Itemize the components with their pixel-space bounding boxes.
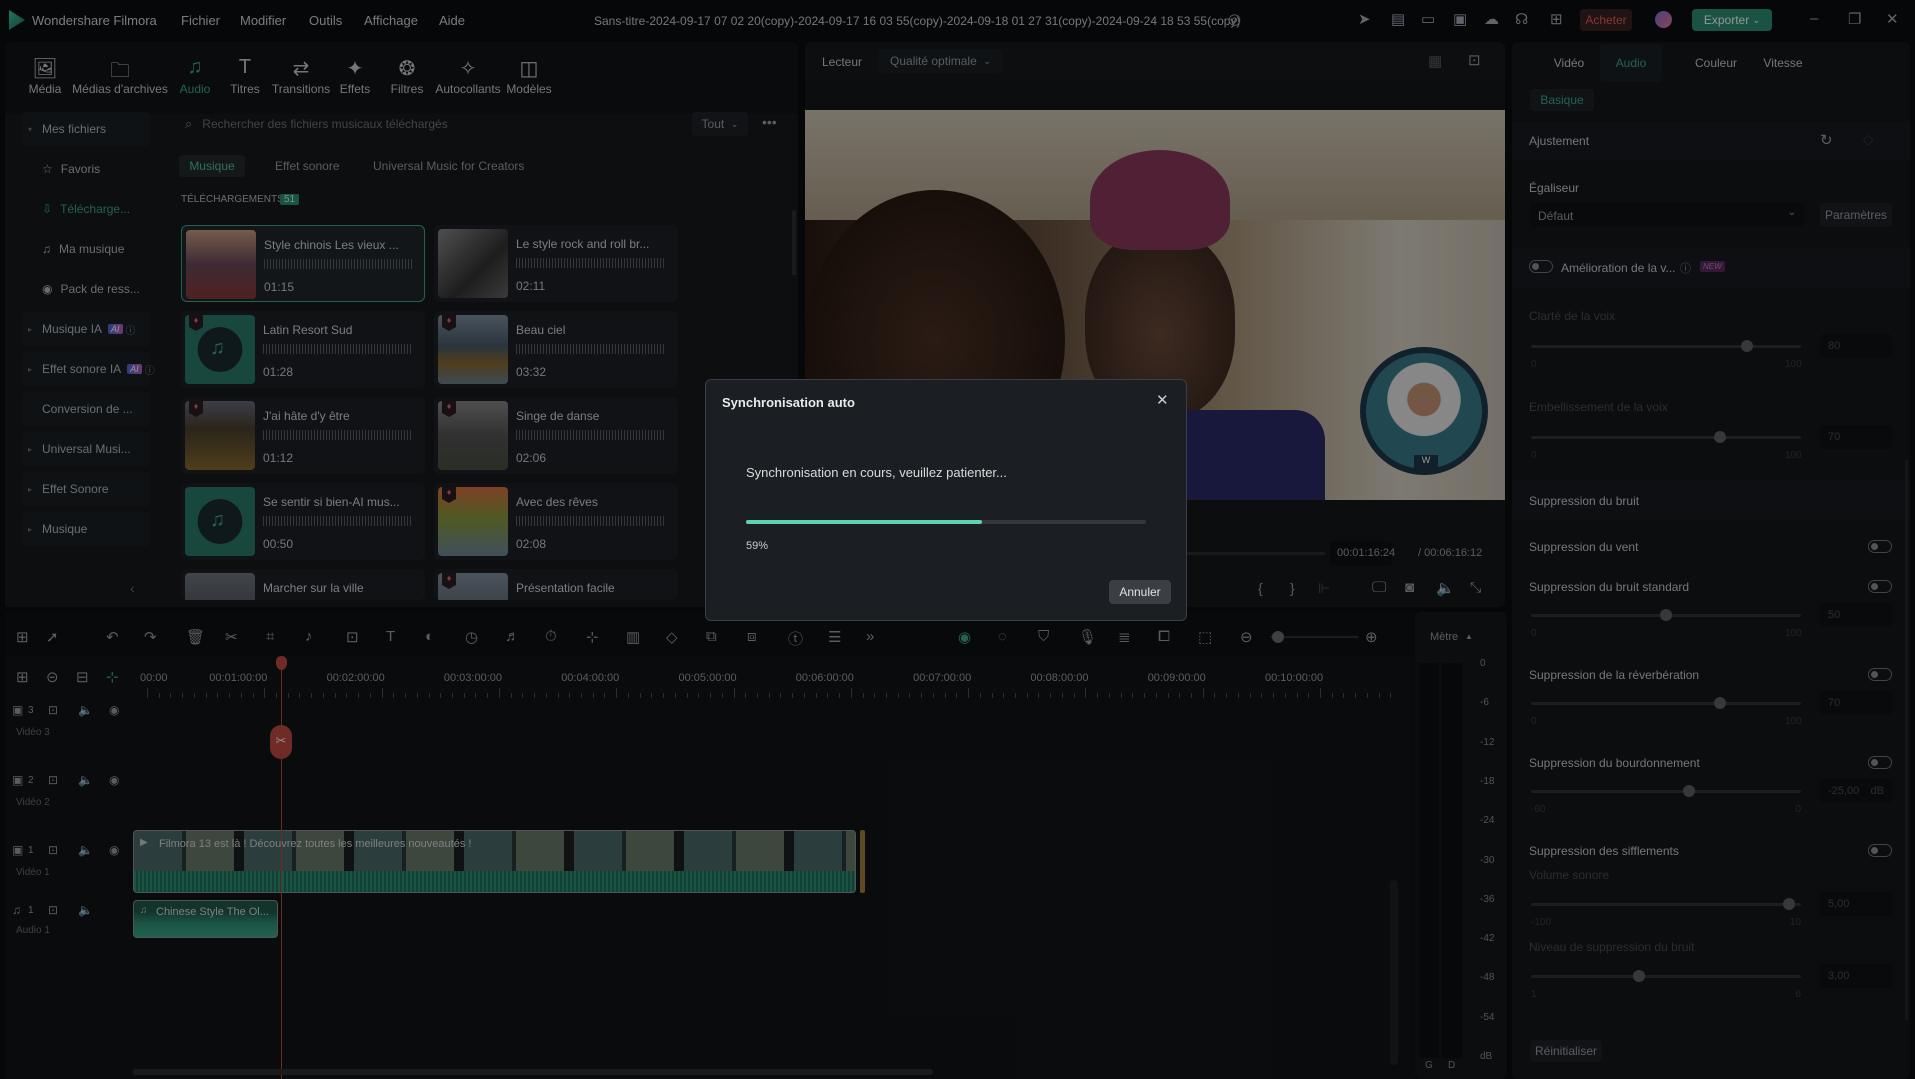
- dialog-title: Synchronisation auto: [722, 395, 855, 410]
- progress-fill: [746, 520, 982, 524]
- auto-sync-dialog: Synchronisation auto ✕ Synchronisation e…: [705, 379, 1187, 621]
- progress-track: [746, 520, 1146, 524]
- progress-label: 59%: [746, 540, 769, 552]
- dialog-message: Synchronisation en cours, veuillez patie…: [746, 465, 1007, 480]
- close-icon[interactable]: ✕: [1156, 391, 1169, 409]
- cancel-button[interactable]: Annuler: [1109, 580, 1171, 604]
